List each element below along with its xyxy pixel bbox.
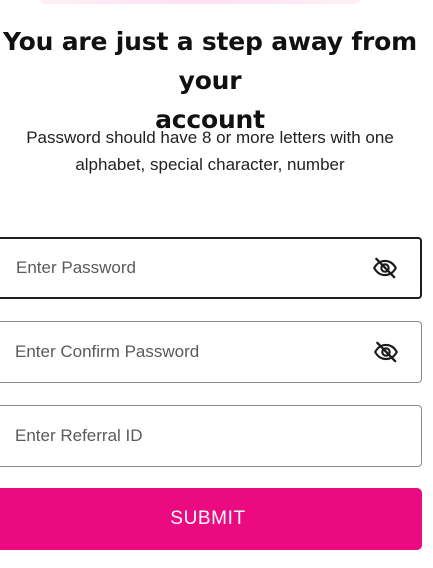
referral-id-input[interactable]: [15, 406, 355, 466]
submit-button[interactable]: SUBMIT: [0, 488, 422, 550]
password-input[interactable]: [16, 239, 356, 297]
eye-slash-icon[interactable]: [372, 255, 398, 281]
requirements-line-1: Password should have 8 or more letters w…: [26, 128, 394, 147]
confirm-password-input[interactable]: [15, 322, 355, 382]
set-password-screen: You are just a step away from your accou…: [0, 0, 433, 568]
requirements-line-2: alphabet, special character, number: [75, 155, 345, 174]
password-requirements-text: Password should have 8 or more letters w…: [10, 124, 410, 178]
page-title-line-1: You are just a step away from your: [3, 27, 417, 95]
password-field[interactable]: [0, 237, 422, 299]
top-decoration: [40, 0, 360, 4]
confirm-password-field[interactable]: [0, 321, 422, 383]
page-title: You are just a step away from your accou…: [0, 22, 420, 139]
eye-slash-icon[interactable]: [373, 339, 399, 365]
referral-id-field[interactable]: [0, 405, 422, 467]
